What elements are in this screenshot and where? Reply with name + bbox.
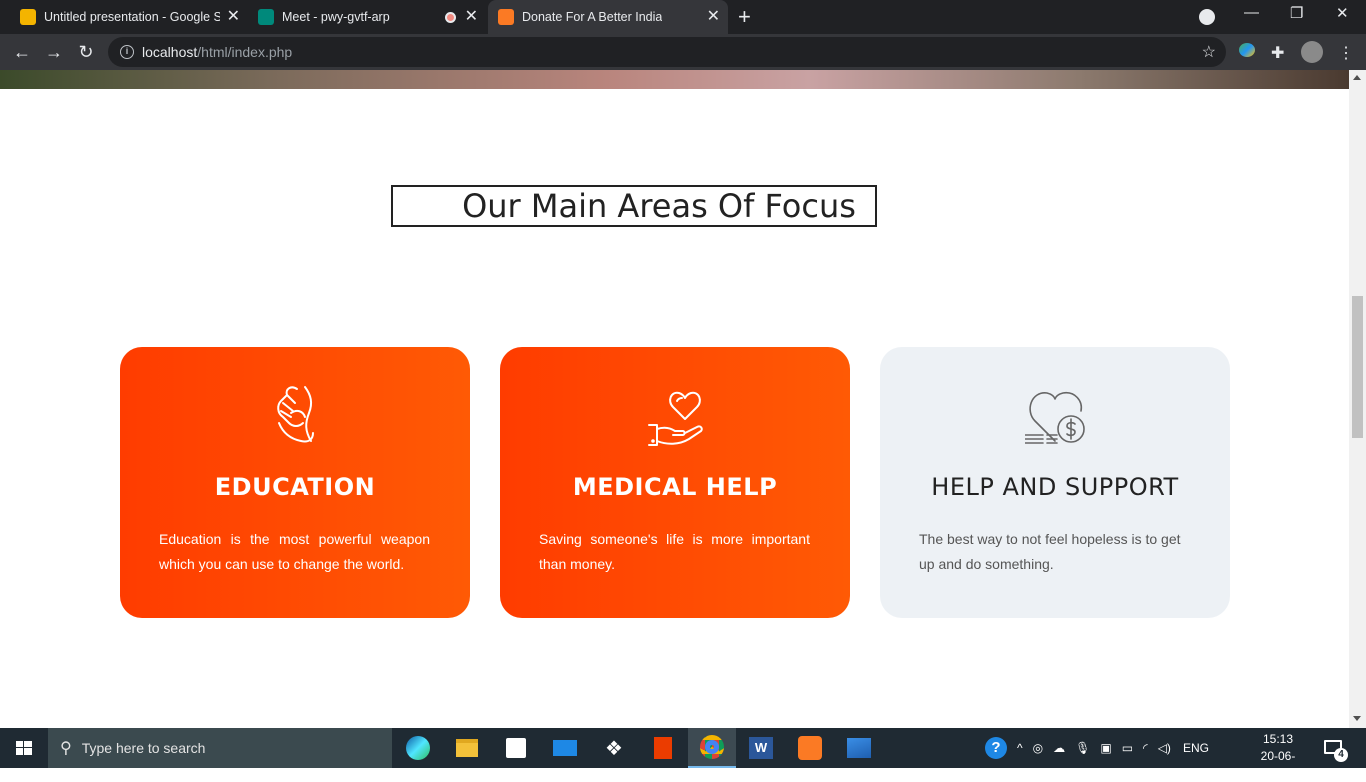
notification-count-badge: 4 (1334, 748, 1348, 762)
edge-icon[interactable] (394, 728, 442, 768)
wifi-icon[interactable]: ◜ (1143, 741, 1148, 755)
back-icon[interactable]: ← (10, 40, 34, 64)
search-placeholder: Type here to search (81, 740, 206, 756)
tab-label: Donate For A Better India (522, 10, 663, 24)
card-title: EDUCATION (214, 473, 376, 501)
page-scrollbar[interactable] (1349, 70, 1366, 728)
recording-icon (445, 11, 456, 23)
card-title: MEDICAL HELP (572, 473, 778, 501)
file-explorer-icon[interactable] (443, 728, 491, 768)
address-bar[interactable]: i localhost/html/index.php ☆ (108, 37, 1226, 67)
cloud-icon[interactable]: ☁ (1053, 741, 1065, 755)
extensions-puzzle-icon[interactable]: ✚ (1271, 43, 1284, 63)
profile-avatar[interactable] (1301, 41, 1323, 63)
minimize-icon[interactable]: — (1244, 4, 1259, 21)
battery-icon[interactable]: ▭ (1122, 741, 1133, 755)
info-icon[interactable]: i (120, 45, 134, 59)
camera-icon[interactable]: ◎ (1033, 741, 1043, 755)
close-icon[interactable]: ✕ (465, 9, 478, 25)
scroll-thumb[interactable] (1352, 296, 1363, 438)
medical-help-card[interactable]: MEDICAL HELP Saving someone's life is mo… (500, 347, 850, 618)
reload-icon[interactable]: ↻ (74, 40, 98, 64)
chrome-icon[interactable] (688, 728, 736, 768)
card-text: The best way to not feel hopeless is to … (919, 531, 1181, 572)
mail-icon[interactable] (541, 728, 589, 768)
search-icon: ⚲ (60, 740, 72, 757)
card-title: HELP AND SUPPORT (931, 473, 1179, 501)
photos-icon[interactable] (835, 728, 883, 768)
new-tab-button[interactable]: + (738, 6, 751, 28)
hero-image (0, 70, 1349, 89)
help-and-support-card[interactable]: HELP AND SUPPORT The best way to not fee… (880, 347, 1230, 618)
forward-icon[interactable]: → (42, 40, 66, 64)
restore-icon[interactable]: ❐ (1290, 4, 1303, 22)
tab-strip: Untitled presentation - Google Sl ✕ Meet… (0, 0, 1366, 34)
clock[interactable]: 15:13 20-06-2021 (1248, 731, 1308, 782)
xampp-icon (498, 9, 514, 25)
tab-label: Meet - pwy-gvtf-arp (282, 10, 390, 24)
bookmark-star-icon[interactable]: ☆ (1202, 42, 1216, 62)
dropbox-icon[interactable]: ❖ (590, 728, 638, 768)
education-card[interactable]: EDUCATION Education is the most powerful… (120, 347, 470, 618)
windows-logo-icon (16, 741, 32, 755)
extension-icon[interactable] (1239, 43, 1255, 57)
scroll-down-icon[interactable] (1353, 716, 1361, 721)
section-title: Our Main Areas Of Focus (391, 185, 877, 227)
windows-taskbar: ⚲ Type here to search ❖ W ? ^ ◎ ☁ 🎙 ▣ ▭ … (0, 728, 1366, 780)
browser-toolbar: ← → ↻ i localhost/html/index.php ☆ ✚ ⋮ (0, 34, 1366, 70)
tab-search-icon[interactable] (1199, 9, 1215, 25)
chevron-up-icon[interactable]: ^ (1017, 741, 1023, 755)
tab-label: Untitled presentation - Google Sl (44, 10, 220, 24)
taskbar-search[interactable]: ⚲ Type here to search (48, 728, 392, 768)
clock-time: 15:13 (1262, 732, 1294, 746)
card-text: Saving someone's life is more important … (539, 531, 810, 572)
google-slides-icon (20, 9, 36, 25)
card-text: Education is the most powerful weapon wh… (159, 531, 430, 572)
word-icon[interactable]: W (737, 728, 785, 768)
microphone-icon[interactable]: 🎙 (1075, 741, 1090, 755)
windows-start-button[interactable] (0, 728, 48, 768)
help-icon[interactable]: ? (985, 737, 1007, 759)
tab-donate[interactable]: Donate For A Better India ✕ (488, 0, 728, 34)
clock-date: 20-06-2021 (1260, 749, 1296, 780)
microsoft-store-icon[interactable] (492, 728, 540, 768)
google-meet-icon (258, 9, 274, 25)
xampp-icon[interactable] (786, 728, 834, 768)
tab-google-slides[interactable]: Untitled presentation - Google Sl ✕ (12, 0, 248, 34)
display-icon[interactable]: ▣ (1100, 741, 1111, 755)
office-icon[interactable] (639, 728, 687, 768)
language-indicator[interactable]: ENG (1183, 741, 1209, 755)
close-icon[interactable]: ✕ (227, 9, 240, 25)
heart-money-icon (1025, 391, 1085, 444)
heart-in-hand-icon (648, 391, 703, 446)
url-text: localhost/html/index.php (142, 44, 293, 60)
page-viewport: Our Main Areas Of Focus EDUCATION Educat… (0, 70, 1349, 714)
tab-google-meet[interactable]: Meet - pwy-gvtf-arp ✕ (250, 0, 486, 34)
scroll-up-icon[interactable] (1353, 75, 1361, 80)
volume-icon[interactable]: ◁) (1158, 741, 1171, 755)
system-tray: ? ^ ◎ ☁ 🎙 ▣ ▭ ◜ ◁) ENG (985, 728, 1209, 768)
close-window-icon[interactable]: ✕ (1336, 4, 1349, 22)
hands-holding-icon (277, 386, 314, 443)
menu-icon[interactable]: ⋮ (1338, 43, 1354, 63)
close-icon[interactable]: ✕ (707, 9, 720, 25)
